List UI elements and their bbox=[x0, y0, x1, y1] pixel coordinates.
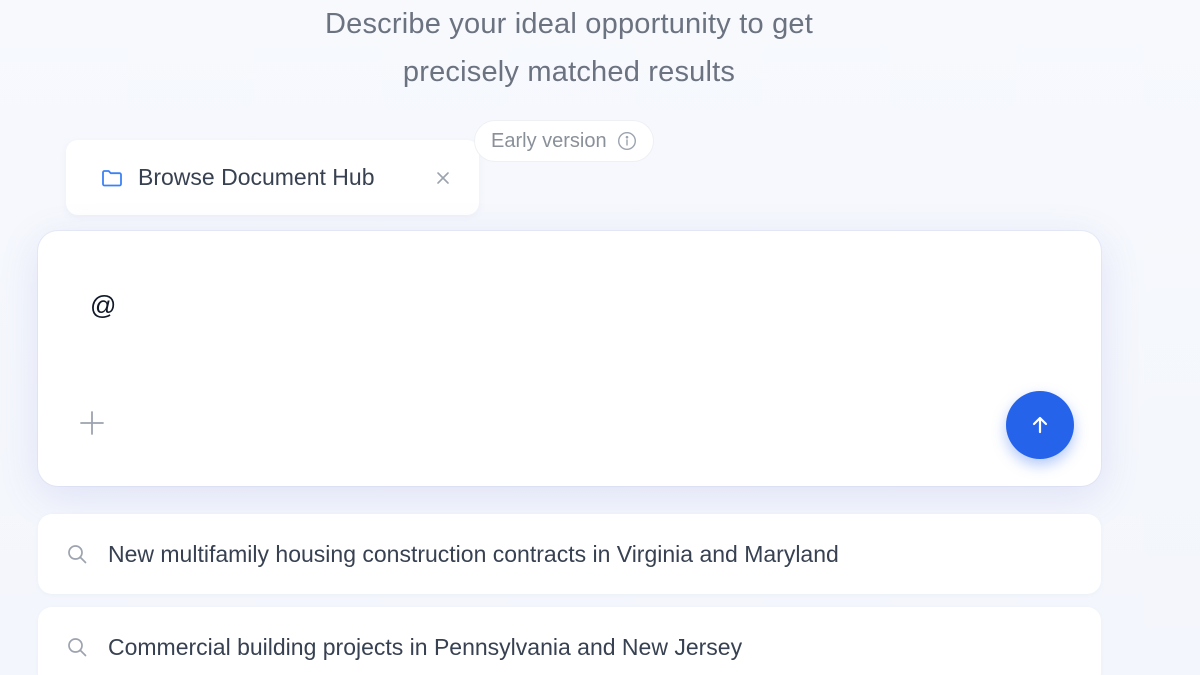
folder-icon bbox=[100, 166, 124, 190]
search-icon bbox=[66, 543, 88, 565]
document-hub-label: Browse Document Hub bbox=[138, 164, 375, 190]
headline-line-1: Describe your ideal opportunity to get bbox=[325, 8, 813, 40]
info-icon[interactable] bbox=[617, 131, 637, 151]
plus-icon bbox=[80, 411, 104, 435]
add-attachment-button[interactable] bbox=[76, 407, 108, 439]
prompt-input[interactable] bbox=[90, 285, 990, 325]
close-icon[interactable] bbox=[435, 170, 451, 186]
send-button[interactable] bbox=[1006, 391, 1074, 459]
arrow-up-icon bbox=[1032, 416, 1048, 434]
early-version-badge: Early version bbox=[474, 120, 654, 162]
headline-line-2: precisely matched results bbox=[402, 56, 736, 88]
prompt-box bbox=[38, 231, 1101, 486]
suggestion-item[interactable]: Commercial building projects in Pennsylv… bbox=[38, 607, 1101, 675]
page-headline: Describe your ideal opportunity to get p… bbox=[0, 0, 1138, 96]
suggestion-text: Commercial building projects in Pennsylv… bbox=[108, 633, 743, 660]
suggestion-item[interactable]: New multifamily housing construction con… bbox=[38, 514, 1101, 594]
suggestion-text: New multifamily housing construction con… bbox=[108, 540, 839, 567]
document-hub-chip[interactable]: Browse Document Hub bbox=[66, 140, 479, 215]
early-version-label: Early version bbox=[491, 129, 607, 152]
page: Describe your ideal opportunity to get p… bbox=[0, 0, 1200, 675]
search-icon bbox=[66, 636, 88, 658]
